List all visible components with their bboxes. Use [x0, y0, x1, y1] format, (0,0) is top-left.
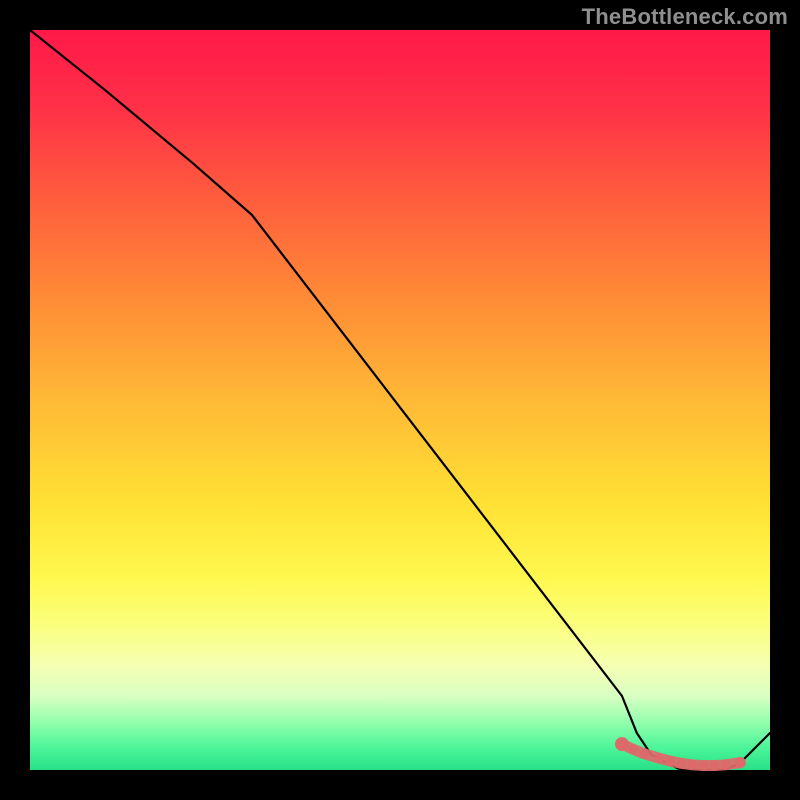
chart-svg — [30, 30, 770, 770]
marker-point — [615, 737, 629, 751]
marker-point — [676, 758, 686, 768]
marker-point — [710, 761, 720, 771]
highlight-markers — [615, 737, 746, 770]
marker-point — [628, 744, 638, 754]
marker-point — [687, 760, 697, 770]
marker-end — [735, 757, 746, 768]
marker-point — [665, 756, 675, 766]
marker-point — [639, 749, 649, 759]
marker-point — [721, 760, 731, 770]
marker-point — [654, 753, 664, 763]
marker-point — [698, 761, 708, 771]
plot-area — [30, 30, 770, 770]
watermark-text: TheBottleneck.com — [582, 4, 788, 30]
bottleneck-curve — [30, 30, 770, 770]
chart-stage: TheBottleneck.com — [0, 0, 800, 800]
